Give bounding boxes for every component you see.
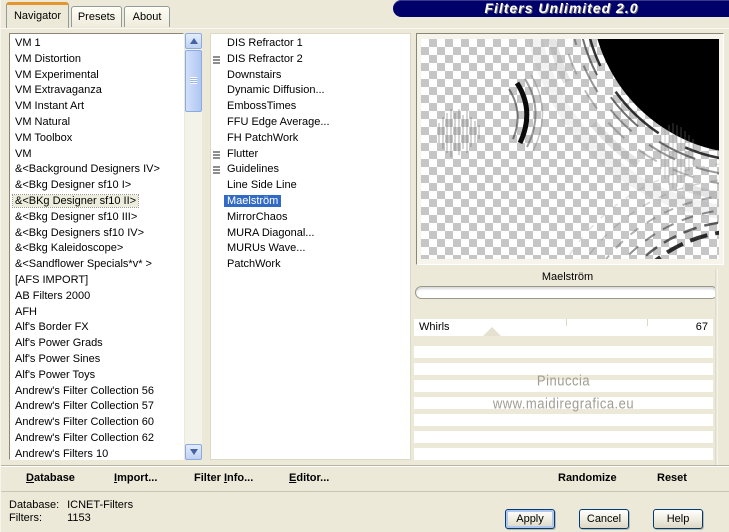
flag-icon <box>213 150 220 160</box>
category-list[interactable]: VM 1 VM Distortion VM Experimental VM Ex… <box>9 33 184 460</box>
category-item[interactable]: Andrew's Filter Collection 57 <box>13 399 183 415</box>
filter-item[interactable]: MirrorChaos <box>211 210 410 226</box>
filter-item[interactable]: DIS Refractor 1 <box>211 36 410 52</box>
help-button[interactable]: Help <box>653 509 703 529</box>
scroll-down-button[interactable] <box>185 444 202 460</box>
empty-param-slot <box>414 346 713 358</box>
status-database-value: ICNET-Filters <box>67 499 134 511</box>
category-item[interactable]: Alf's Power Grads <box>13 336 183 352</box>
status-filters-label: Filters: <box>9 512 42 524</box>
scroll-up-button[interactable] <box>185 33 202 49</box>
category-item[interactable]: VM Distortion <box>13 52 183 68</box>
filter-item[interactable]: MURA Diagonal... <box>211 226 410 242</box>
category-item[interactable]: VM Instant Art <box>13 99 183 115</box>
category-item[interactable]: VM 1 <box>13 36 183 52</box>
filter-list[interactable]: DIS Refractor 1 DIS Refractor 2 Downstai… <box>210 33 411 460</box>
category-item[interactable]: Andrew's Filter Collection 60 <box>13 415 183 431</box>
empty-param-slot <box>414 414 713 426</box>
database-button[interactable]: Database <box>26 472 75 484</box>
import-button[interactable]: Import... <box>114 472 157 484</box>
flag-icon <box>213 55 220 65</box>
page-top-edge <box>1 28 729 29</box>
category-item[interactable]: &<Bkg Designers sf10 IV> <box>13 226 183 242</box>
empty-param-slot <box>414 431 713 443</box>
slider-tick <box>566 319 568 326</box>
category-item[interactable]: Alf's Power Toys <box>13 368 183 384</box>
category-item[interactable]: VM <box>13 147 183 163</box>
param-name: Whirls <box>419 321 450 333</box>
brand-banner: Filters Unlimited 2.0 <box>393 0 729 17</box>
filter-item[interactable]: Flutter <box>211 147 410 163</box>
render-progress-bar <box>415 286 718 299</box>
category-item[interactable]: Andrew's Filter Collection 56 <box>13 384 183 400</box>
randomize-button[interactable]: Randomize <box>558 472 617 484</box>
status-filters-value: 1153 <box>67 512 91 524</box>
category-item[interactable]: &<Bkg Kaleidoscope> <box>13 241 183 257</box>
preview-image[interactable] <box>421 39 719 259</box>
filter-item[interactable]: FH PatchWork <box>211 131 410 147</box>
category-item[interactable]: [AFS IMPORT] <box>13 273 183 289</box>
category-item[interactable]: VM Extravaganza <box>13 83 183 99</box>
tab-strip: Navigator Presets About Filters Unlimite… <box>1 0 729 28</box>
reset-button[interactable]: Reset <box>657 472 687 484</box>
tab-presets[interactable]: Presets <box>71 6 122 27</box>
filters-unlimited-dialog: Navigator Presets About Filters Unlimite… <box>0 0 729 532</box>
status-database: Database: ICNET-Filters <box>9 499 133 511</box>
category-item[interactable]: &<Bkg Designer sf10 III> <box>13 210 183 226</box>
filter-item[interactable]: PatchWork <box>211 257 410 273</box>
editor-button[interactable]: Editor... <box>289 472 329 484</box>
watermark-url: www.maidiregrafica.eu <box>492 394 635 413</box>
filter-item[interactable]: DIS Refractor 2 <box>211 52 410 68</box>
filter-item[interactable]: Downstairs <box>211 68 410 84</box>
flag-icon <box>213 166 220 176</box>
category-item[interactable]: Andrew's Filters 10 <box>13 447 183 459</box>
panel-ridge <box>715 269 718 467</box>
category-item[interactable]: &<Background Designers IV> <box>13 162 183 178</box>
slider-tick <box>647 319 649 326</box>
category-item[interactable]: &<Bkg Designer sf10 I> <box>13 178 183 194</box>
arrow-down-icon <box>189 449 198 455</box>
scrollbar-thumb[interactable] <box>185 50 202 112</box>
bottom-toolbar: Database Import... Filter Info... Editor… <box>1 466 729 492</box>
brand-title: Filters Unlimited 2.0 <box>484 0 639 16</box>
category-item[interactable]: VM Natural <box>13 115 183 131</box>
category-item[interactable]: Alf's Border FX <box>13 320 183 336</box>
slider-thumb[interactable] <box>482 327 501 336</box>
category-item[interactable]: VM Toolbox <box>13 131 183 147</box>
filter-item[interactable]: MURUs Wave... <box>211 241 410 257</box>
category-item[interactable]: AB Filters 2000 <box>13 289 183 305</box>
filter-info-button[interactable]: Filter Info... <box>194 472 253 484</box>
param-value: 67 <box>695 321 708 333</box>
category-item[interactable]: Andrew's Filter Collection 62 <box>13 431 183 447</box>
arrow-up-icon <box>189 38 198 44</box>
category-item[interactable]: &<Sandflower Specials*v* > <box>13 257 183 273</box>
category-item[interactable]: Alf's Power Sines <box>13 352 183 368</box>
filter-item[interactable]: Dynamic Diffusion... <box>211 83 410 99</box>
category-scrollbar[interactable] <box>185 33 202 460</box>
filter-item[interactable]: Guidelines <box>211 162 410 178</box>
empty-param-slot <box>414 448 713 460</box>
category-item-selected[interactable]: &<BKg Designer sf10 II> <box>11 193 183 210</box>
cancel-button[interactable]: Cancel <box>579 509 629 529</box>
tab-about[interactable]: About <box>124 6 170 27</box>
category-item[interactable]: AFH <box>13 305 183 321</box>
filter-item[interactable]: FFU Edge Average... <box>211 115 410 131</box>
watermark-name: Pinuccia <box>536 371 591 390</box>
filter-item[interactable]: EmbossTimes <box>211 99 410 115</box>
tab-navigator[interactable]: Navigator <box>6 2 69 28</box>
filter-item[interactable]: Line Side Line <box>211 178 410 194</box>
maelstrom-swirl-art <box>438 39 719 259</box>
preview-frame <box>416 33 724 265</box>
apply-button[interactable]: Apply <box>505 509 555 529</box>
param-slider-whirls[interactable]: Whirls 67 <box>414 319 713 336</box>
status-database-label: Database: <box>9 499 60 511</box>
filter-item-selected[interactable]: Maelström <box>211 194 410 210</box>
status-filters: Filters: 1153 <box>9 512 91 524</box>
category-item[interactable]: VM Experimental <box>13 68 183 84</box>
selected-filter-title: Maelström <box>541 271 594 283</box>
